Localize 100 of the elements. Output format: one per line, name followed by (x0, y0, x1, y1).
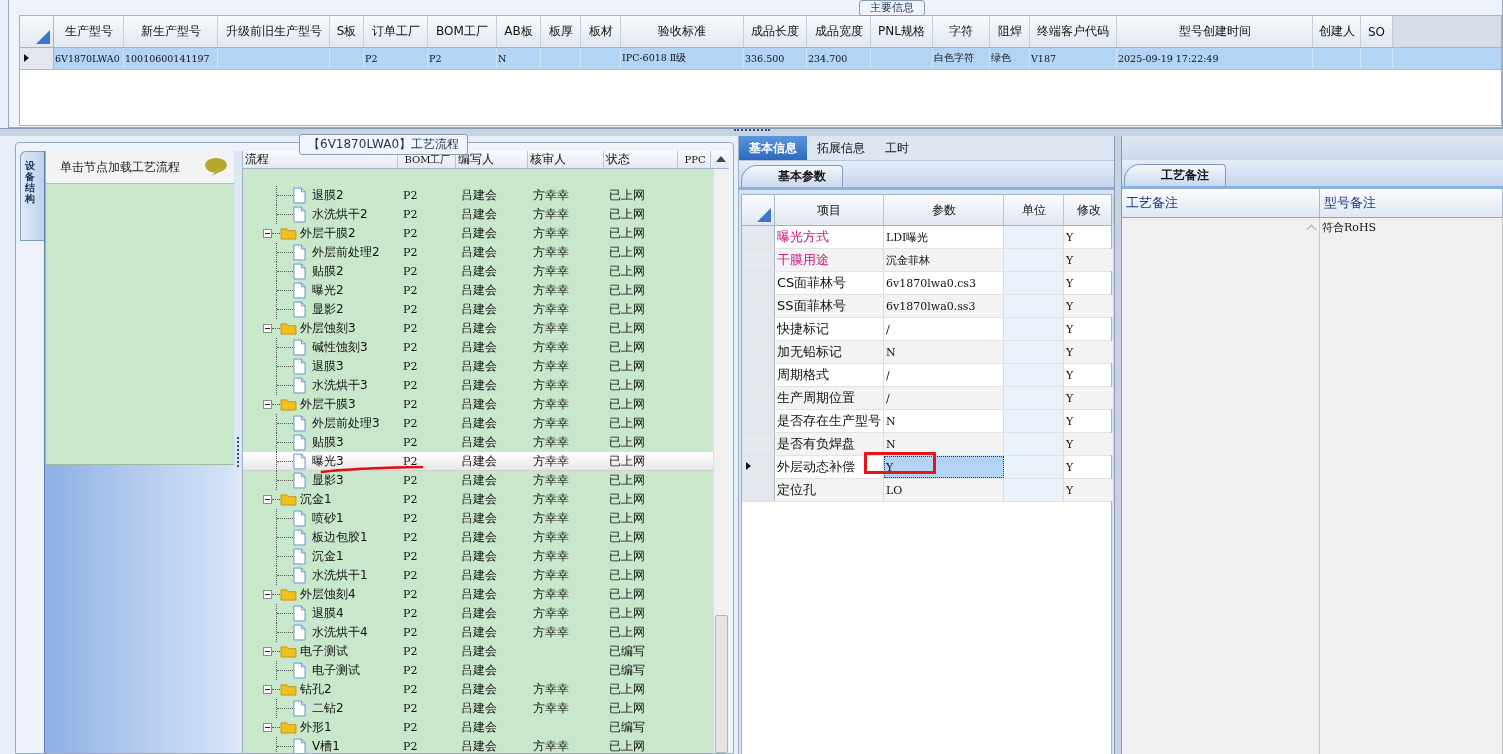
tree-row[interactable]: 外层干膜2 P2 吕建会 方幸幸 已上网 (243, 224, 713, 243)
table-cell: 已编写 (609, 719, 645, 736)
column-header[interactable]: 升级前旧生产型号 (218, 16, 330, 47)
column-header[interactable]: BOM工厂 (428, 16, 497, 47)
column-header[interactable]: BOM工厂 (398, 151, 456, 168)
tree-row[interactable]: 水洗烘干1 P2 吕建会 方幸幸 已上网 (243, 566, 713, 585)
scroll-up-icon[interactable] (716, 156, 726, 162)
column-header[interactable]: 创建人 (1313, 16, 1361, 47)
column-header[interactable]: 工艺备注 (1122, 189, 1320, 217)
collapse-icon[interactable] (263, 495, 272, 504)
tree-row[interactable]: 外层蚀刻3 P2 吕建会 方幸幸 已上网 (243, 319, 713, 338)
tree-row[interactable]: 喷砂1 P2 吕建会 方幸幸 已上网 (243, 509, 713, 528)
tree-node-label: 贴膜3 (312, 434, 344, 451)
table-row[interactable]: 加无铅标记 N Y (742, 341, 1111, 364)
table-cell: 方幸幸 (533, 472, 569, 489)
column-header[interactable]: 项目 (775, 195, 884, 225)
column-header[interactable]: S板 (330, 16, 364, 47)
tree-row[interactable]: V槽1 P2 吕建会 方幸幸 已上网 (243, 737, 713, 753)
collapse-icon[interactable] (263, 590, 272, 599)
column-header[interactable]: 订单工厂 (364, 16, 428, 47)
sub-tab[interactable]: 工艺备注 (1124, 164, 1226, 186)
tree-row[interactable]: 退膜2 P2 吕建会 方幸幸 已上网 (243, 186, 713, 205)
column-header[interactable]: 成品宽度 (807, 16, 871, 47)
collapse-icon[interactable] (263, 647, 272, 656)
sub-tab[interactable]: 基本参数 (741, 165, 843, 187)
tab[interactable]: 拓展信息 (807, 136, 875, 160)
splitter-grip[interactable] (733, 129, 770, 134)
collapse-icon[interactable] (263, 723, 272, 732)
table-cell: P2 (403, 398, 418, 411)
tree-node-label: 喷砂1 (312, 510, 344, 527)
column-header[interactable]: 新生产型号 (124, 16, 218, 47)
splitter-grip[interactable] (236, 437, 241, 467)
column-header[interactable]: 型号创建时间 (1117, 16, 1313, 47)
tree-row[interactable]: 退膜3 P2 吕建会 方幸幸 已上网 (243, 357, 713, 376)
tree-row[interactable]: 电子测试 P2 吕建会 已编写 (243, 642, 713, 661)
collapse-icon[interactable] (263, 685, 272, 694)
tree-row[interactable]: 外层干膜3 P2 吕建会 方幸幸 已上网 (243, 395, 713, 414)
tree-row[interactable]: 碱性蚀刻3 P2 吕建会 方幸幸 已上网 (243, 338, 713, 357)
table-cell: 方幸幸 (533, 263, 569, 280)
tree-row[interactable]: 外层前处理2 P2 吕建会 方幸幸 已上网 (243, 243, 713, 262)
document-icon (293, 244, 306, 261)
tree-row[interactable]: 显影3 P2 吕建会 方幸幸 已上网 (243, 471, 713, 490)
table-cell: Y (1066, 460, 1074, 474)
column-header[interactable]: 生产型号 (54, 16, 124, 47)
tree-row[interactable]: 沉金1 P2 吕建会 方幸幸 已上网 (243, 490, 713, 509)
column-header[interactable]: 参数 (884, 195, 1004, 225)
column-header[interactable]: 状态 (604, 151, 678, 168)
scrollbar-thumb[interactable] (715, 615, 728, 753)
table-cell: 吕建会 (461, 681, 497, 698)
table-cell: 已上网 (609, 700, 645, 717)
collapse-icon[interactable] (263, 229, 272, 238)
column-header[interactable]: PNL规格 (871, 16, 933, 47)
table-row[interactable]: 定位孔 LO Y (742, 479, 1111, 502)
column-header[interactable]: 字符 (933, 16, 990, 47)
table-cell: 6v1870lwa0.cs3 (886, 276, 976, 290)
tree-row[interactable]: 显影2 P2 吕建会 方幸幸 已上网 (243, 300, 713, 319)
tree-row[interactable]: 贴膜2 P2 吕建会 方幸幸 已上网 (243, 262, 713, 281)
table-row[interactable]: 是否有负焊盘 N Y (742, 433, 1111, 456)
table-row[interactable]: 外层动态补偿 Y Y (742, 456, 1111, 479)
table-cell: 吕建会 (461, 282, 497, 299)
tree-row[interactable]: 水洗烘干2 P2 吕建会 方幸幸 已上网 (243, 205, 713, 224)
tree-row[interactable]: 曝光3 P2 吕建会 方幸幸 已上网 (243, 452, 713, 471)
tree-row[interactable]: 二钻2 P2 吕建会 方幸幸 已上网 (243, 699, 713, 718)
column-header[interactable]: 板材 (581, 16, 621, 47)
tree-row[interactable]: 外层蚀刻4 P2 吕建会 方幸幸 已上网 (243, 585, 713, 604)
tree-row[interactable]: 外形1 P2 吕建会 已编写 (243, 718, 713, 737)
table-cell: Y (1066, 230, 1074, 244)
column-header[interactable]: 终端客户代码 (1030, 16, 1117, 47)
tree-row[interactable]: 水洗烘干3 P2 吕建会 方幸幸 已上网 (243, 376, 713, 395)
tree-row[interactable]: 沉金1 P2 吕建会 方幸幸 已上网 (243, 547, 713, 566)
table-row[interactable]: 干膜用途 沉金菲林 Y (742, 249, 1111, 272)
column-header[interactable]: 型号备注 (1320, 189, 1503, 217)
table-row[interactable]: SS面菲林号 6v1870lwa0.ss3 Y (742, 295, 1111, 318)
speech-bubble-icon (204, 157, 228, 177)
tree-row[interactable]: 板边包胶1 P2 吕建会 方幸幸 已上网 (243, 528, 713, 547)
column-header[interactable]: PPC (678, 151, 711, 168)
table-cell: 方幸幸 (533, 567, 569, 584)
tree-row[interactable]: 曝光2 P2 吕建会 方幸幸 已上网 (243, 281, 713, 300)
table-cell: 吕建会 (461, 225, 497, 242)
vertical-tab[interactable]: 设备结构 (20, 151, 44, 241)
column-header[interactable]: 阻焊 (990, 16, 1030, 47)
tree-row[interactable]: 电子测试 P2 吕建会 已编写 (243, 661, 713, 680)
table-row[interactable]: 6V1870LWA0 10010600141197 P2 P2 N IPC-6018 Ⅱ级 336.500 234.700 白色字符 绿色 V187 2025-09-19 17:22:49 (20, 48, 1501, 70)
tab[interactable]: 工时 (875, 136, 919, 160)
column-header[interactable]: 验收标准 (621, 16, 744, 47)
column-header[interactable]: 板厚 (541, 16, 581, 47)
column-header[interactable]: AB板 (497, 16, 541, 47)
column-header[interactable]: 单位 (1004, 195, 1064, 225)
collapse-icon[interactable] (263, 324, 272, 333)
column-header[interactable]: 核审人 (528, 151, 604, 168)
tree-row[interactable]: 退膜4 P2 吕建会 方幸幸 已上网 (243, 604, 713, 623)
column-header[interactable]: 流程 (243, 151, 398, 168)
tree-row[interactable]: 外层前处理3 P2 吕建会 方幸幸 已上网 (243, 414, 713, 433)
tab[interactable]: 基本信息 (739, 136, 807, 160)
column-header[interactable]: 成品长度 (744, 16, 807, 47)
column-header[interactable]: 编写人 (456, 151, 528, 168)
tree-row[interactable]: 水洗烘干4 P2 吕建会 方幸幸 已上网 (243, 623, 713, 642)
tree-row[interactable]: 钻孔2 P2 吕建会 方幸幸 已上网 (243, 680, 713, 699)
collapse-icon[interactable] (263, 400, 272, 409)
table-row[interactable]: 生产周期位置 / Y (742, 387, 1111, 410)
